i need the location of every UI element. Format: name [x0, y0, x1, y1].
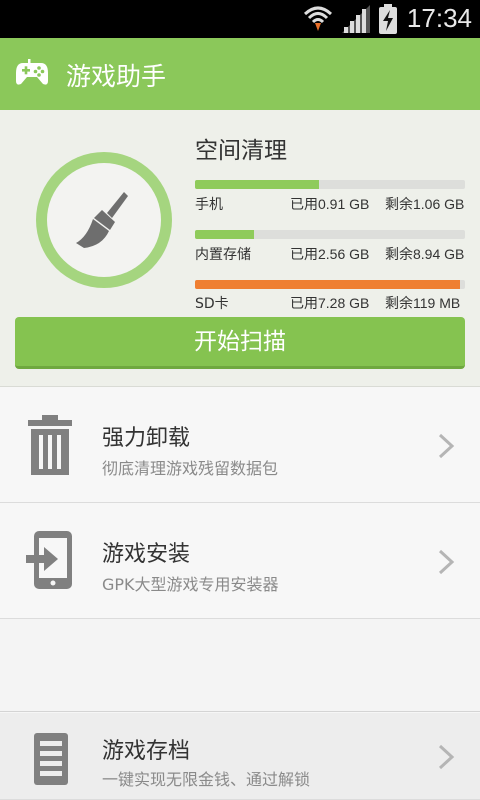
- storage-free-phone: 剩余1.06 GB: [385, 196, 465, 212]
- page-title: 游戏助手: [66, 62, 167, 91]
- sd-card-storage-bar: [195, 280, 465, 289]
- list-item-title: 强力卸载: [102, 426, 191, 451]
- save-file-icon: [34, 733, 68, 785]
- section-title: 空间清理: [195, 138, 287, 164]
- signal-icon: [342, 5, 370, 33]
- chevron-right-icon: [438, 744, 455, 770]
- wifi-icon: [303, 6, 333, 31]
- battery-charging-icon: [379, 4, 397, 34]
- clock: 17:34: [406, 3, 472, 33]
- list-item-save-data[interactable]: 游戏存档 一键实现无限金钱、通过解锁: [0, 713, 480, 800]
- chevron-right-icon: [438, 549, 455, 575]
- start-scan-button[interactable]: 开始扫描: [15, 317, 465, 369]
- list-item-description: 彻底清理游戏残留数据包: [102, 459, 279, 478]
- storage-used-internal: 已用2.56 GB: [290, 246, 370, 262]
- list-item-description: 一键实现无限金钱、通过解锁: [102, 770, 311, 789]
- list-item-title: 游戏安装: [102, 542, 191, 567]
- storage-label-phone: 手机: [195, 197, 223, 213]
- list-item-description: GPK大型游戏专用安装器: [102, 575, 279, 594]
- broom-icon: [76, 192, 128, 248]
- list-item-install[interactable]: 游戏安装 GPK大型游戏专用安装器: [0, 503, 480, 619]
- storage-label-sd: SD卡: [195, 296, 229, 312]
- storage-used-phone: 已用0.91 GB: [290, 196, 370, 212]
- phone-storage-bar: [195, 180, 465, 189]
- app-title-bar: 游戏助手: [0, 38, 480, 110]
- storage-free-sd: 剩余119 MB: [385, 295, 461, 311]
- internal-storage-fill: [195, 230, 255, 239]
- empty-space: [0, 619, 480, 712]
- storage-used-sd: 已用7.28 GB: [290, 295, 370, 311]
- storage-cleanup-panel: 空间清理 手机 已用0.91 GB 剩余1.06 GB 内置存储 已用2.56 …: [0, 110, 480, 387]
- internal-storage-bar: [195, 230, 465, 239]
- trash-icon: [28, 415, 72, 475]
- phone-storage-fill: [195, 180, 320, 189]
- sd-card-storage-fill: [195, 280, 460, 289]
- storage-label-internal: 内置存储: [195, 247, 251, 263]
- storage-free-internal: 剩余8.94 GB: [385, 246, 465, 262]
- install-icon: [26, 531, 72, 589]
- chevron-right-icon: [438, 433, 455, 459]
- list-item-title: 游戏存档: [102, 739, 191, 764]
- list-item-uninstall[interactable]: 强力卸载 彻底清理游戏残留数据包: [0, 387, 480, 503]
- gamepad-icon: [16, 59, 48, 85]
- status-bar: 17:34: [0, 0, 480, 38]
